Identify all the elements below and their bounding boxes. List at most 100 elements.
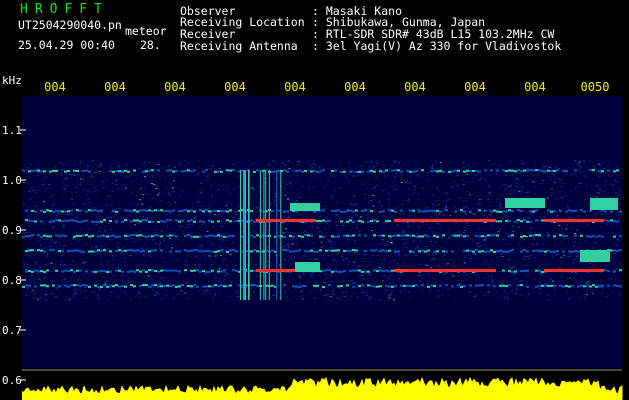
signal-band-segment — [229, 249, 232, 252]
signal-band-segment — [403, 284, 406, 287]
signal-band-segment — [331, 209, 334, 212]
noise-speckle — [213, 262, 216, 264]
signal-band-segment — [493, 209, 496, 212]
noise-speckle — [163, 279, 166, 281]
noise-speckle — [541, 179, 544, 181]
noise-speckle — [387, 194, 390, 196]
noise-speckle — [585, 216, 588, 218]
noise-speckle — [273, 195, 276, 197]
signal-band-segment — [223, 269, 226, 272]
noise-speckle — [533, 238, 536, 240]
noise-speckle — [419, 263, 422, 265]
noise-speckle — [157, 164, 160, 165]
noise-speckle — [411, 193, 414, 195]
signal-band-segment — [538, 270, 541, 272]
signal-band-segment — [466, 249, 469, 252]
noise-speckle — [302, 272, 305, 274]
noise-speckle — [351, 197, 354, 199]
noise-speckle — [543, 234, 545, 236]
noise-speckle — [516, 183, 519, 184]
signal-band-segment — [76, 220, 79, 223]
noise-speckle — [572, 262, 575, 264]
noise-speckle — [146, 217, 149, 219]
noise-speckle — [353, 261, 356, 263]
noise-speckle — [489, 192, 492, 193]
signal-band-segment — [31, 234, 34, 237]
noise-speckle — [407, 166, 410, 168]
noise-speckle — [127, 278, 130, 280]
noise-speckle — [165, 245, 168, 247]
noise-speckle — [426, 264, 428, 266]
signal-band-segment — [523, 169, 526, 172]
noise-speckle — [178, 276, 181, 278]
signal-band-segment — [502, 250, 505, 253]
noise-speckle — [412, 240, 415, 242]
noise-speckle — [313, 289, 316, 291]
noise-speckle — [29, 163, 32, 165]
noise-speckle — [155, 291, 158, 293]
noise-speckle — [319, 167, 322, 169]
noise-speckle — [201, 239, 204, 241]
noise-speckle — [163, 238, 165, 240]
noise-speckle — [357, 167, 360, 168]
noise-speckle — [462, 161, 465, 163]
noise-speckle — [332, 294, 335, 295]
noise-speckle — [578, 161, 581, 163]
signal-band-segment — [52, 284, 55, 287]
noise-speckle — [145, 256, 148, 258]
noise-speckle — [428, 178, 430, 179]
signal-band-segment — [553, 284, 556, 287]
noise-speckle — [449, 211, 452, 213]
signal-band-segment — [211, 269, 214, 272]
noise-speckle — [85, 194, 88, 196]
noise-speckle — [129, 190, 132, 192]
noise-speckle — [556, 284, 559, 286]
noise-speckle — [325, 204, 328, 206]
signal-band-segment — [340, 170, 343, 173]
signal-band-segment — [106, 285, 109, 288]
signal-band-segment — [523, 235, 526, 237]
noise-speckle — [34, 192, 37, 193]
noise-speckle — [101, 180, 104, 182]
noise-speckle — [445, 273, 448, 275]
x-tick-label: 004 — [44, 80, 66, 94]
noise-speckle — [390, 242, 393, 243]
noise-speckle — [298, 252, 301, 254]
noise-speckle — [266, 163, 269, 165]
noise-speckle — [226, 295, 229, 297]
noise-speckle — [457, 207, 460, 209]
noise-speckle — [143, 161, 146, 163]
signal-band-segment — [400, 284, 403, 287]
noise-speckle — [538, 269, 541, 270]
meteor-burst-line — [259, 170, 261, 300]
signal-band-segment — [43, 170, 46, 173]
noise-speckle — [220, 246, 222, 248]
noise-speckle — [555, 167, 558, 169]
noise-speckle — [61, 254, 64, 256]
signal-band-segment — [535, 249, 538, 252]
noise-speckle — [420, 289, 423, 291]
signal-band-segment — [61, 210, 64, 213]
noise-speckle — [310, 198, 313, 200]
noise-speckle — [266, 246, 269, 248]
noise-speckle — [342, 280, 345, 282]
signal-band-segment — [322, 235, 325, 238]
signal-band-segment — [88, 170, 91, 173]
noise-speckle — [598, 210, 601, 212]
noise-speckle — [140, 188, 143, 190]
noise-speckle — [592, 293, 594, 295]
noise-speckle — [161, 266, 164, 268]
noise-speckle — [522, 238, 525, 240]
noise-speckle — [88, 229, 91, 231]
noise-speckle — [346, 239, 349, 241]
noise-speckle — [90, 192, 93, 194]
signal-band-segment — [79, 235, 82, 237]
noise-speckle — [383, 275, 386, 277]
noise-speckle — [259, 161, 262, 163]
noise-speckle — [223, 254, 226, 256]
signal-band-segment — [322, 286, 325, 288]
power-trace — [21, 376, 623, 400]
noise-speckle — [27, 223, 29, 225]
signal-band-segment — [253, 284, 256, 287]
signal-band-segment — [145, 270, 148, 273]
